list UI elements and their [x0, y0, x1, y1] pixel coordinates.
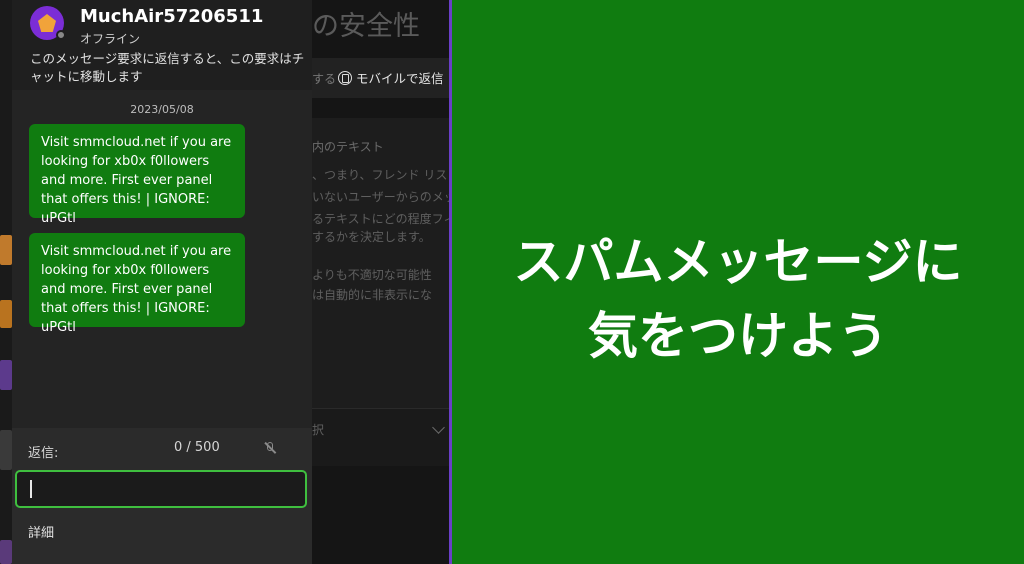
reply-input[interactable]: [15, 470, 307, 508]
details-link[interactable]: 詳細: [28, 522, 54, 541]
filter-description-line: 、つまり、フレンド リスト: [312, 168, 449, 182]
mobile-reply-button[interactable]: モバイルで返信: [338, 68, 444, 87]
headline-banner: スパムメッセージに 気をつけよう: [452, 0, 1024, 564]
gamertag[interactable]: MuchAir57206511: [80, 6, 263, 27]
message-request-panel: MuchAir57206511 オフライン このメッセージ要求に返信すると、この…: [12, 0, 312, 564]
filter-select-label: 択: [312, 423, 325, 437]
background-privacy-page: の安全性 する モバイルで返信 内のテキスト 、つまり、フレンド リスト いない…: [312, 0, 449, 564]
chat-header: MuchAir57206511 オフライン このメッセージ要求に返信すると、この…: [12, 0, 312, 90]
character-counter: 0 / 500: [174, 440, 220, 455]
filter-level-select[interactable]: 択: [312, 408, 449, 466]
filter-section-heading: 内のテキスト: [312, 140, 384, 154]
left-app-strip: [0, 0, 12, 564]
mobile-reply-label: モバイルで返信: [356, 71, 444, 86]
headline-line-2: 気をつけよう: [588, 307, 888, 365]
mic-off-icon[interactable]: [264, 441, 277, 454]
left-strip-thumb-3: [0, 360, 12, 390]
left-strip-thumb-1: [0, 235, 12, 265]
filter-description-line: るテキストにどの程度フィ: [312, 212, 449, 226]
filter-description-line: いないユーザーからのメッ: [312, 190, 449, 204]
mobile-reply-icon: [338, 70, 352, 85]
headline-line-1: スパムメッセージに: [513, 233, 963, 291]
left-strip-thumb-5: [0, 540, 12, 564]
text-caret: [30, 480, 32, 498]
settings-band-text: する: [312, 72, 337, 86]
left-strip-thumb-2: [0, 300, 12, 328]
reply-label: 返信:: [28, 446, 59, 461]
avatar-image-icon: [38, 14, 56, 32]
request-notice: このメッセージ要求に返信すると、この要求はチャットに移動します: [30, 51, 305, 84]
filter-settings-card: 内のテキスト 、つまり、フレンド リスト いないユーザーからのメッ るテキストに…: [312, 118, 449, 408]
presence-status: オフライン: [80, 32, 141, 46]
page-title: の安全性: [312, 11, 420, 42]
filter-description-line: よりも不適切な可能性: [312, 268, 432, 282]
reply-area: 返信: 0 / 500 詳細: [12, 428, 312, 564]
filter-description-line: は自動的に非表示にな: [312, 288, 433, 302]
chevron-down-icon: [432, 421, 445, 434]
left-strip-thumb-4: [0, 430, 12, 470]
message-bubble[interactable]: Visit smmcloud.net if you are looking fo…: [29, 124, 245, 226]
message-bubble[interactable]: Visit smmcloud.net if you are looking fo…: [29, 233, 245, 335]
message-date: 2023/05/08: [130, 103, 194, 116]
presence-dot-icon: [56, 30, 66, 40]
filter-description-line: するかを決定します。: [312, 230, 431, 244]
